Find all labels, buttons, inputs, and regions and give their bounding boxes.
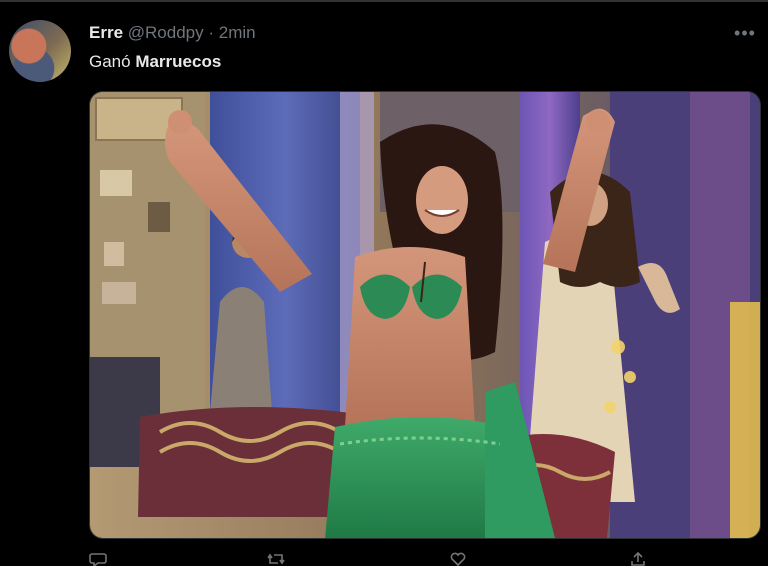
user-handle[interactable]: @Roddpy xyxy=(128,23,204,42)
timestamp[interactable]: 2min xyxy=(219,23,256,42)
top-divider xyxy=(0,0,768,2)
separator-dot: · xyxy=(208,23,215,42)
tweet-text: Ganó Marruecos xyxy=(89,52,221,72)
avatar[interactable] xyxy=(9,20,71,82)
display-name[interactable]: Erre xyxy=(89,23,123,42)
tweet-media-image[interactable] xyxy=(89,91,761,539)
tweet-header: Erre @Roddpy · 2min xyxy=(89,23,256,43)
more-horizontal-icon[interactable]: ••• xyxy=(728,20,762,46)
tweet-text-bold: Marruecos xyxy=(135,52,222,71)
tweet-text-prefix: Ganó xyxy=(89,52,136,71)
